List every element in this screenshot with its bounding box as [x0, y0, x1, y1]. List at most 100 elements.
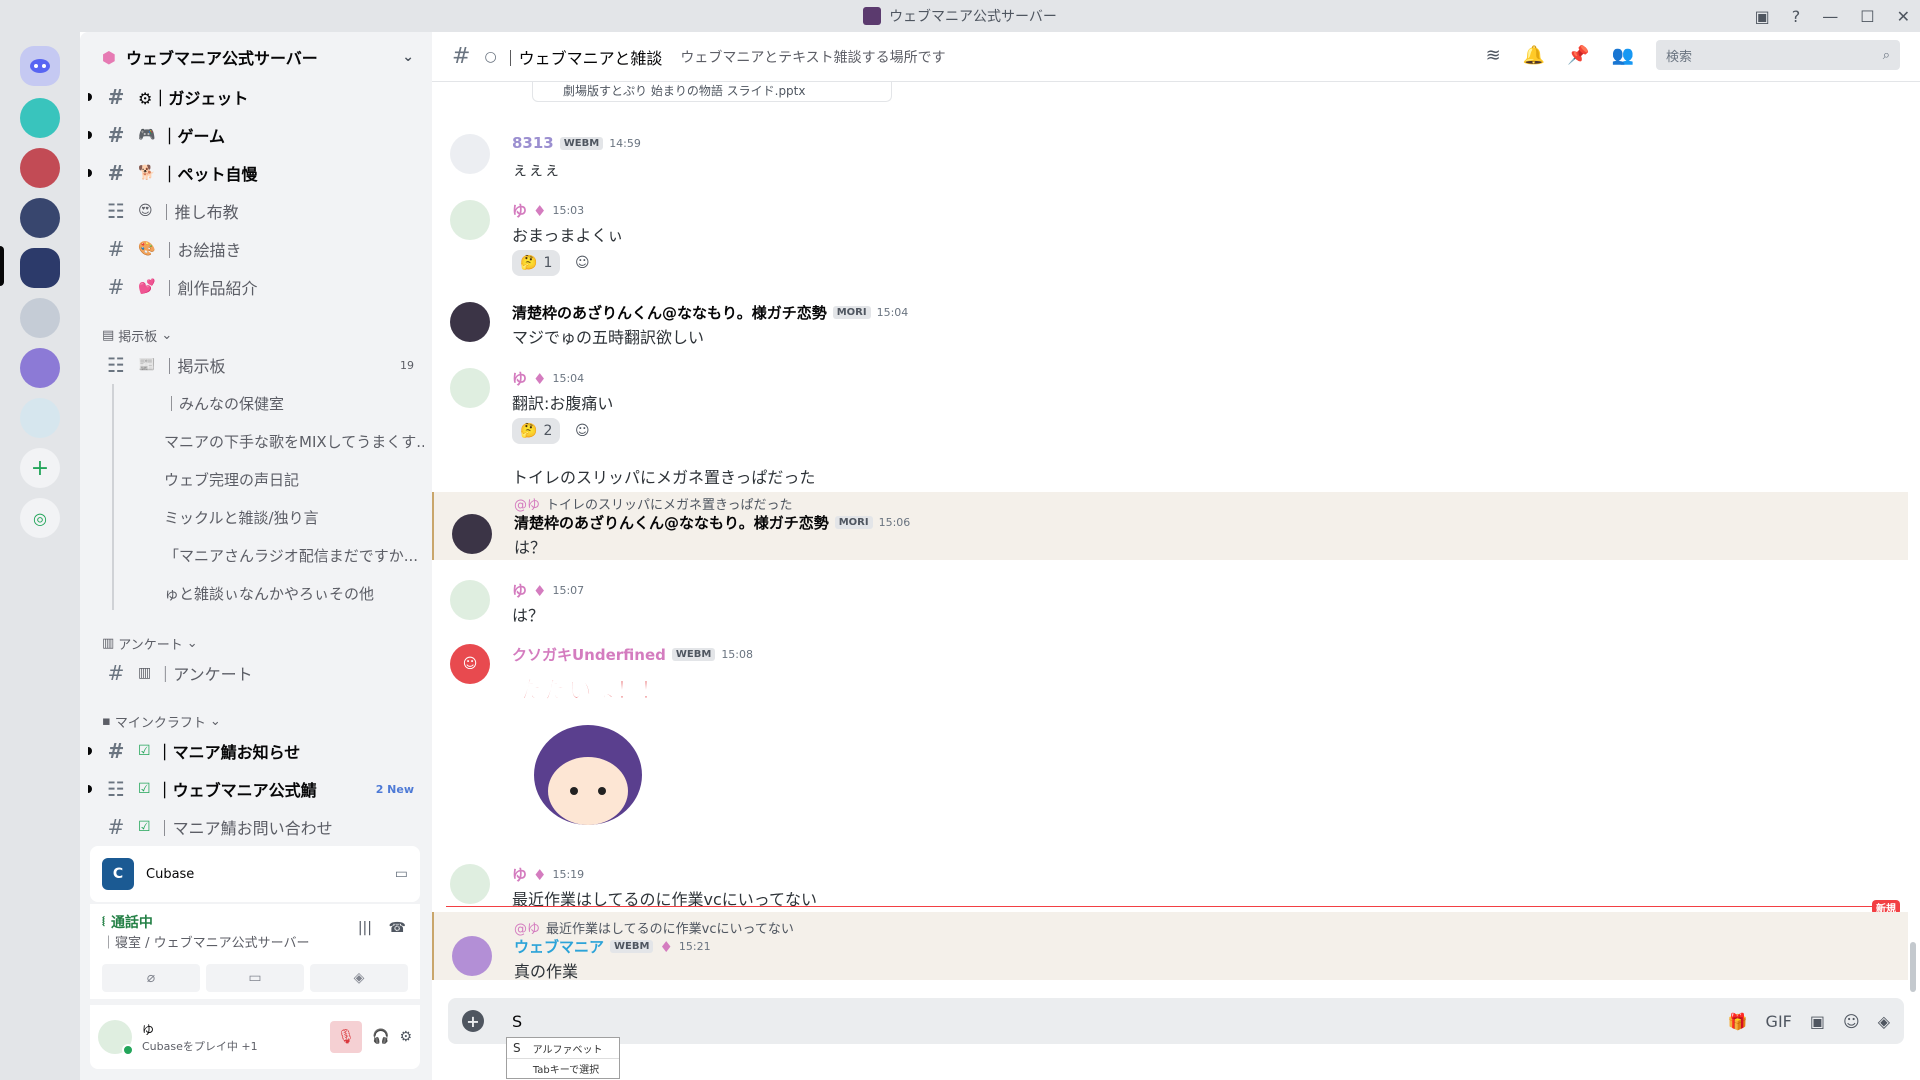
message-composer[interactable]: + S 🎁 GIF ▣ ☺ ◈: [448, 998, 1904, 1044]
server-icon-webmania[interactable]: [20, 248, 60, 288]
reaction[interactable]: 🤔 2: [512, 418, 561, 444]
channel-item[interactable]: # ☑ ｜マニア鯖お問い合わせ: [96, 810, 424, 844]
avatar[interactable]: [450, 134, 490, 174]
channel-title: ｜ウェブマニアと雑談: [502, 48, 663, 68]
thread-item[interactable]: ミックルと雑談/独り言: [128, 501, 424, 533]
gear-icon[interactable]: ⚙: [399, 1029, 412, 1045]
channel-emoji: 🐕: [138, 165, 156, 181]
server-header[interactable]: ⬢ ウェブマニア公式サーバー ⌄: [80, 32, 432, 82]
upload-plus-icon[interactable]: +: [462, 1010, 484, 1032]
mute-mic-icon[interactable]: 🎙: [330, 1021, 362, 1053]
inbox-icon[interactable]: ▣: [1755, 7, 1770, 26]
channel-item[interactable]: # ⚙｜ガジェット: [88, 80, 424, 114]
server-icon-1[interactable]: [20, 98, 60, 138]
scrollbar-thumb[interactable]: [1910, 942, 1916, 992]
threads-icon[interactable]: ≋: [1486, 45, 1501, 66]
user-name[interactable]: 8313: [512, 134, 554, 152]
disconnect-icon[interactable]: ☎: [389, 920, 406, 936]
search-input[interactable]: 検索 ⌕: [1656, 40, 1900, 70]
channel-topic[interactable]: ウェブマニアとテキスト雑談する場所です: [680, 47, 945, 67]
channel-emoji: 🎮: [138, 127, 156, 143]
gift-icon[interactable]: 🎁: [1728, 1012, 1748, 1031]
pin-icon[interactable]: 📌: [1567, 45, 1589, 66]
activity-button[interactable]: ◈: [310, 964, 408, 992]
channel-item[interactable]: ☷ ☑ ｜ウェブマニア公式鯖 2 New: [88, 772, 424, 806]
avatar[interactable]: [452, 514, 492, 554]
discover-icon[interactable]: ◎: [20, 498, 60, 538]
channel-item[interactable]: # 🐕 ｜ペット自慢: [88, 156, 424, 190]
screen-share-button[interactable]: ▭: [206, 964, 304, 992]
gif-icon[interactable]: GIF: [1766, 1012, 1792, 1031]
sticker-icon[interactable]: ▣: [1810, 1012, 1825, 1031]
avatar[interactable]: [450, 302, 490, 342]
close-button[interactable]: ✕: [1897, 7, 1910, 26]
unread-dot: [88, 169, 92, 177]
screen-share-icon[interactable]: ▭: [395, 866, 408, 882]
sticker-image[interactable]: ただいま！！: [520, 670, 670, 825]
channel-item[interactable]: # 🎨 ｜お絵描き: [96, 232, 424, 266]
attachment-file[interactable]: 劇場版すとぷり 始まりの物語 スライド.pptx: [532, 82, 892, 102]
activity-card[interactable]: C Cubase ▭: [90, 846, 420, 902]
message-input[interactable]: S: [512, 1012, 522, 1031]
thread-item[interactable]: マニアの下手な歌をMIXしてうまくす...: [128, 425, 424, 457]
apps-icon[interactable]: ◈: [1878, 1012, 1890, 1031]
camera-button[interactable]: ⌀: [102, 964, 200, 992]
noise-suppression-icon[interactable]: |||: [358, 920, 372, 936]
minimize-button[interactable]: —: [1822, 7, 1838, 26]
discord-home-icon[interactable]: [20, 46, 60, 86]
user-name[interactable]: クソガキUnderfined: [512, 644, 666, 665]
emoji-icon[interactable]: ☺: [1843, 1012, 1860, 1031]
server-icon-7[interactable]: [20, 398, 60, 438]
avatar[interactable]: [450, 368, 490, 408]
channel-item[interactable]: # 💕 ｜創作品紹介: [96, 270, 424, 304]
thread-item[interactable]: ｜みんなの保健室: [128, 387, 424, 419]
reply-preview[interactable]: 最近作業はしてるのに作業vcにいってない: [546, 918, 794, 937]
user-name[interactable]: ゆ: [512, 580, 527, 601]
user-name[interactable]: 清楚枠のあざりんくん@ななもり。様ガチ恋勢: [512, 302, 827, 323]
category-poll[interactable]: ▥ アンケート ⌄: [102, 634, 198, 653]
avatar[interactable]: [450, 200, 490, 240]
bell-icon[interactable]: 🔔: [1523, 45, 1545, 66]
category-minecraft[interactable]: ▪ マインクラフト ⌄: [102, 712, 221, 731]
channel-label: ｜掲示板: [161, 357, 226, 376]
avatar[interactable]: [452, 936, 492, 976]
channel-label: ｜お絵描き: [161, 241, 242, 260]
category-board[interactable]: ▤ 掲示板 ⌄: [102, 326, 172, 345]
server-icon-5[interactable]: [20, 298, 60, 338]
reply-preview[interactable]: トイレのスリッパにメガネ置きっぱだった: [546, 494, 792, 513]
avatar[interactable]: [450, 864, 490, 904]
server-icon-3[interactable]: [20, 198, 60, 238]
help-icon[interactable]: ?: [1792, 7, 1801, 26]
headphones-icon[interactable]: 🎧: [372, 1029, 389, 1045]
user-status: Cubaseをプレイ中 +1: [142, 1039, 258, 1053]
add-reaction-icon[interactable]: ☺: [566, 250, 598, 276]
forum-channel-board[interactable]: ☷ 📰 ｜掲示板 19: [96, 348, 424, 382]
reply-mention[interactable]: @ゆ: [514, 494, 540, 513]
avatar[interactable]: ☺: [450, 644, 490, 684]
user-name[interactable]: ゆ: [512, 864, 527, 885]
add-server-icon[interactable]: +: [20, 448, 60, 488]
user-name[interactable]: ゆ: [512, 200, 527, 221]
add-reaction-icon[interactable]: ☺: [566, 418, 598, 444]
channel-item[interactable]: # 🎮 ｜ゲーム: [88, 118, 424, 152]
reaction[interactable]: 🤔 1: [512, 250, 561, 276]
maximize-button[interactable]: ☐: [1860, 7, 1874, 26]
thread-item[interactable]: ゅと雑談ぃなんかやろぃその他: [128, 577, 424, 609]
channel-item[interactable]: # ▥ ｜アンケート: [96, 656, 424, 690]
thread-item[interactable]: ウェブ完理の声日記: [128, 463, 424, 495]
avatar[interactable]: [98, 1020, 134, 1056]
user-name[interactable]: ゆ: [512, 368, 527, 389]
server-icon-6[interactable]: [20, 348, 60, 388]
user-name[interactable]: 清楚枠のあざりんくん@ななもり。様ガチ恋勢: [514, 512, 829, 533]
channel-item[interactable]: ☷ 😍 ｜推し布教: [96, 194, 424, 228]
voice-location[interactable]: ｜寝室 / ウェブマニア公式サーバー: [102, 932, 310, 951]
reply-mention[interactable]: @ゆ: [514, 918, 540, 937]
user-name[interactable]: ウェブマニア: [514, 936, 604, 957]
channel-item[interactable]: # ☑ ｜マニア鯖お知らせ: [88, 734, 424, 768]
avatar[interactable]: [450, 580, 490, 620]
ime-candidate[interactable]: S アルファベット: [507, 1038, 619, 1058]
members-icon[interactable]: 👥: [1612, 45, 1634, 66]
timestamp: 14:59: [609, 136, 641, 150]
thread-item[interactable]: 「マニアさんラジオ配信まだですか...: [128, 539, 424, 571]
server-icon-2[interactable]: [20, 148, 60, 188]
